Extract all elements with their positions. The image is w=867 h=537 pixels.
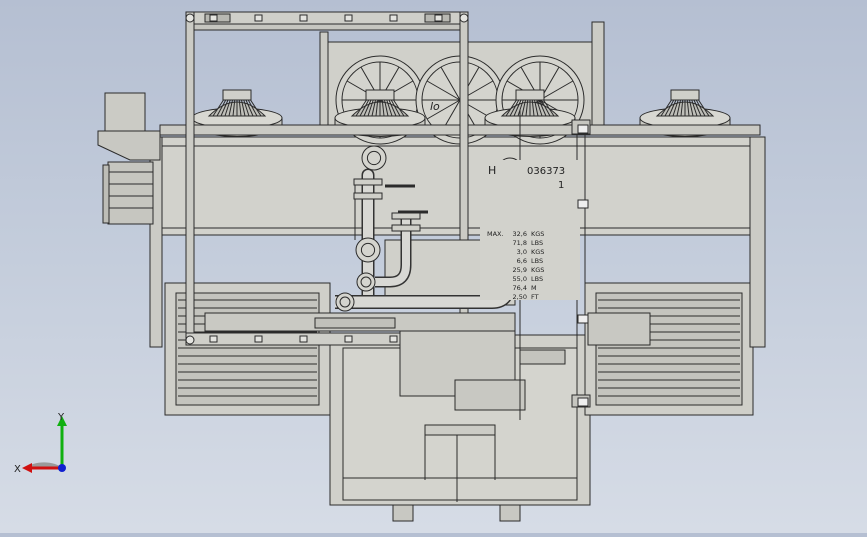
plate-value: 2,50 bbox=[513, 293, 527, 301]
plate-value: 71,8 bbox=[513, 239, 527, 247]
graphics-viewport[interactable]: H 036373 1 MAX. 32,6 KGS 71,8 LBS 3,0 KGS 6,6 L… bbox=[0, 0, 867, 533]
triad-x-label: X bbox=[14, 464, 21, 475]
fan-motor-cap bbox=[365, 89, 395, 101]
pipe-coupling bbox=[353, 178, 383, 186]
plate-unit: LBS bbox=[531, 257, 543, 265]
triad-z-axis-icon bbox=[58, 464, 66, 472]
pipe-flange bbox=[335, 292, 355, 312]
right-louver-grille bbox=[584, 282, 754, 416]
left-hopper bbox=[97, 92, 161, 225]
plate-value: 3,0 bbox=[517, 248, 527, 256]
nameplate: H 036373 1 MAX. 32,6 KGS 71,8 LBS 3,0 KGS 6,6 L… bbox=[480, 160, 580, 301]
pipe-flange bbox=[356, 272, 376, 292]
coordinate-triad[interactable]: Y X bbox=[12, 410, 82, 480]
frame-bolt bbox=[389, 14, 398, 22]
frame-corner-bolt bbox=[459, 13, 469, 23]
plate-unit: FT bbox=[531, 293, 539, 301]
plate-unit: KGS bbox=[531, 230, 544, 238]
frame-bolt bbox=[344, 335, 353, 343]
fan-motor-cap bbox=[515, 89, 545, 101]
plate-value: 55,0 bbox=[513, 275, 527, 283]
frame-corner-bolt bbox=[185, 13, 195, 23]
frame-bolt bbox=[389, 335, 398, 343]
plate-digit: 1 bbox=[558, 180, 564, 191]
plate-value: 25,9 bbox=[513, 266, 527, 274]
frame-corner-bolt bbox=[185, 335, 195, 345]
fan-motor-cap bbox=[222, 89, 252, 101]
pipe-flange bbox=[361, 145, 387, 171]
plate-unit: LBS bbox=[531, 275, 543, 283]
pipe-coupling bbox=[391, 224, 421, 232]
plate-value: 32,6 bbox=[513, 230, 527, 238]
frame-bolt bbox=[299, 14, 308, 22]
brand-fragment: lo bbox=[430, 100, 440, 113]
frame-bolt bbox=[344, 14, 353, 22]
plate-serial: 036373 bbox=[527, 166, 565, 177]
triad-x-arrow-icon bbox=[22, 463, 32, 473]
pipe-flange bbox=[355, 237, 381, 263]
triad-y-label: Y bbox=[57, 412, 65, 423]
fan-motor-cap bbox=[670, 89, 700, 101]
frame-bolt bbox=[209, 14, 218, 22]
pipe-coupling bbox=[391, 212, 421, 220]
plate-unit: M bbox=[531, 284, 537, 292]
pipe-coupling bbox=[353, 192, 383, 200]
plate-prefix: H bbox=[488, 164, 496, 177]
cad-model-drawing[interactable]: H 036373 1 MAX. 32,6 KGS 71,8 LBS 3,0 KGS 6,6 L… bbox=[0, 0, 867, 533]
frame-bolt bbox=[254, 14, 263, 22]
plate-word: MAX. bbox=[487, 230, 504, 238]
plate-unit: LBS bbox=[531, 239, 543, 247]
plate-value: 6,6 bbox=[517, 257, 527, 265]
frame-bolt bbox=[434, 14, 443, 22]
frame-bolt bbox=[209, 335, 218, 343]
plate-value: 76,4 bbox=[513, 284, 527, 292]
plate-unit: KGS bbox=[531, 248, 544, 256]
plate-unit: KGS bbox=[531, 266, 544, 274]
frame-bolt bbox=[299, 335, 308, 343]
frame-bolt bbox=[254, 335, 263, 343]
